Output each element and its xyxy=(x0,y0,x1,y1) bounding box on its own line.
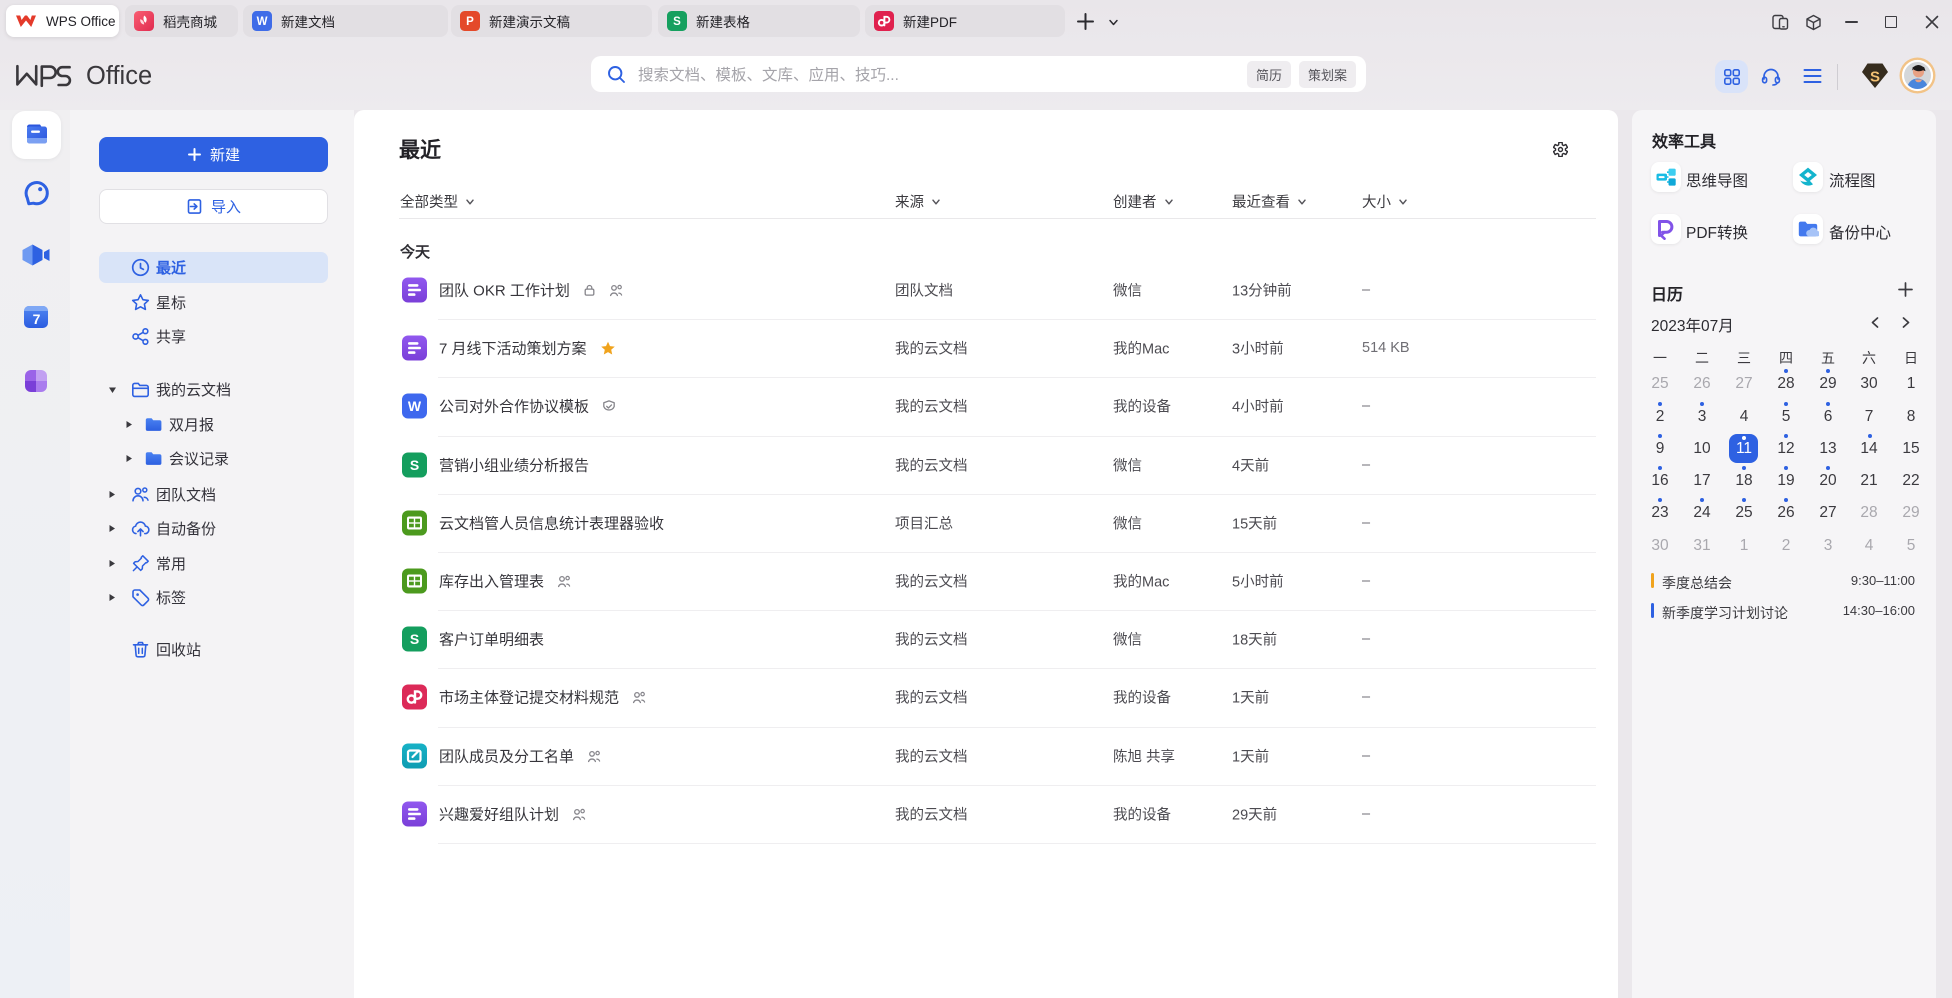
svg-text:P: P xyxy=(466,16,474,28)
svg-text:S: S xyxy=(673,16,681,28)
svg-text:S: S xyxy=(410,457,419,473)
svg-text:S: S xyxy=(1870,69,1880,86)
svg-text:S: S xyxy=(410,631,419,647)
svg-text:7: 7 xyxy=(33,311,41,327)
svg-text:W: W xyxy=(408,398,422,414)
svg-text:W: W xyxy=(257,16,268,28)
